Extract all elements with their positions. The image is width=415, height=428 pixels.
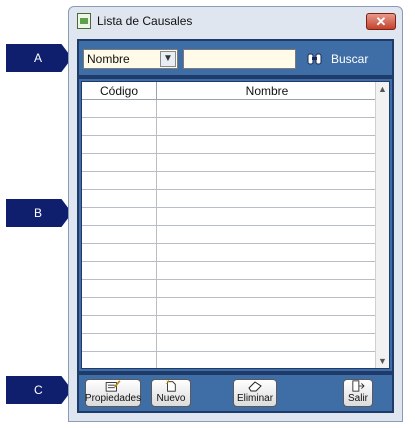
actions-panel: Propiedades Nuevo Eliminar Salir <box>77 373 394 413</box>
cell-code <box>82 262 157 279</box>
search-input[interactable] <box>183 49 296 69</box>
exit-button-label: Salir <box>347 393 368 404</box>
cell-name <box>157 172 377 189</box>
table-row[interactable] <box>82 280 377 298</box>
cell-code <box>82 208 157 225</box>
table-row[interactable] <box>82 316 377 334</box>
search-button-label: Buscar <box>331 52 369 66</box>
screen: A B C Lista de Causales ✕ Nombre ▼ Busca… <box>0 0 415 428</box>
table-row[interactable] <box>82 118 377 136</box>
cell-code <box>82 280 157 297</box>
table-row[interactable] <box>82 172 377 190</box>
cell-name <box>157 118 377 135</box>
cell-name <box>157 226 377 243</box>
cell-code <box>82 172 157 189</box>
cell-name <box>157 154 377 171</box>
properties-button[interactable]: Propiedades <box>85 379 141 407</box>
cell-code <box>82 226 157 243</box>
cell-name <box>157 298 377 315</box>
eraser-icon <box>248 381 262 392</box>
binoculars-icon <box>307 53 322 65</box>
cell-name <box>157 262 377 279</box>
cell-code <box>82 298 157 315</box>
cell-name <box>157 244 377 261</box>
table-body <box>82 100 377 368</box>
table-row[interactable] <box>82 298 377 316</box>
cell-name <box>157 334 377 351</box>
cell-code <box>82 352 157 368</box>
new-button-label: Nuevo <box>156 393 186 404</box>
properties-button-label: Propiedades <box>84 393 142 404</box>
table-row[interactable] <box>82 190 377 208</box>
delete-button-label: Eliminar <box>236 393 274 404</box>
callout-b-label: B <box>34 206 43 220</box>
cell-name <box>157 352 377 368</box>
callout-b: B <box>6 199 72 227</box>
cell-code <box>82 154 157 171</box>
search-field-select[interactable]: Nombre ▼ <box>83 49 178 69</box>
exit-door-icon <box>352 380 365 392</box>
causales-table[interactable]: Código Nombre ▲ ▼ <box>81 81 390 369</box>
new-button[interactable]: Nuevo <box>151 379 191 407</box>
cell-name <box>157 190 377 207</box>
table-row[interactable] <box>82 244 377 262</box>
table-row[interactable] <box>82 352 377 368</box>
cell-code <box>82 316 157 333</box>
column-header-name[interactable]: Nombre <box>157 82 377 99</box>
cell-name <box>157 280 377 297</box>
search-panel: Nombre ▼ Buscar <box>77 39 394 77</box>
callout-c-label: C <box>34 383 43 397</box>
cell-code <box>82 334 157 351</box>
chevron-down-icon[interactable]: ▼ <box>160 51 176 67</box>
cell-name <box>157 100 377 117</box>
table-row[interactable] <box>82 226 377 244</box>
search-field-value: Nombre <box>87 52 130 66</box>
search-button[interactable]: Buscar <box>307 49 368 69</box>
close-button[interactable]: ✕ <box>366 13 396 30</box>
vertical-scrollbar[interactable]: ▲ ▼ <box>375 82 389 368</box>
exit-button[interactable]: Salir <box>343 379 373 407</box>
title-bar[interactable]: Lista de Causales ✕ <box>69 7 402 35</box>
callout-c: C <box>6 376 72 404</box>
list-panel: Código Nombre ▲ ▼ <box>77 77 394 373</box>
cell-code <box>82 118 157 135</box>
table-row[interactable] <box>82 262 377 280</box>
cell-code <box>82 190 157 207</box>
window-title: Lista de Causales <box>97 14 193 28</box>
delete-button[interactable]: Eliminar <box>233 379 277 407</box>
edit-form-icon <box>105 380 121 392</box>
causales-window: Lista de Causales ✕ Nombre ▼ Buscar Códi… <box>68 6 403 422</box>
callout-a: A <box>6 44 72 72</box>
cell-code <box>82 244 157 261</box>
cell-name <box>157 316 377 333</box>
table-row[interactable] <box>82 136 377 154</box>
table-header: Código Nombre <box>82 82 377 100</box>
table-row[interactable] <box>82 208 377 226</box>
form-icon <box>77 13 91 29</box>
callout-a-label: A <box>34 51 43 65</box>
cell-code <box>82 100 157 117</box>
column-header-code[interactable]: Código <box>82 82 157 99</box>
cell-name <box>157 136 377 153</box>
new-document-icon <box>165 380 176 392</box>
cell-name <box>157 208 377 225</box>
close-icon: ✕ <box>375 13 387 29</box>
table-row[interactable] <box>82 100 377 118</box>
scroll-up-icon[interactable]: ▲ <box>376 82 389 96</box>
scroll-down-icon[interactable]: ▼ <box>376 354 389 368</box>
table-row[interactable] <box>82 334 377 352</box>
table-row[interactable] <box>82 154 377 172</box>
cell-code <box>82 136 157 153</box>
